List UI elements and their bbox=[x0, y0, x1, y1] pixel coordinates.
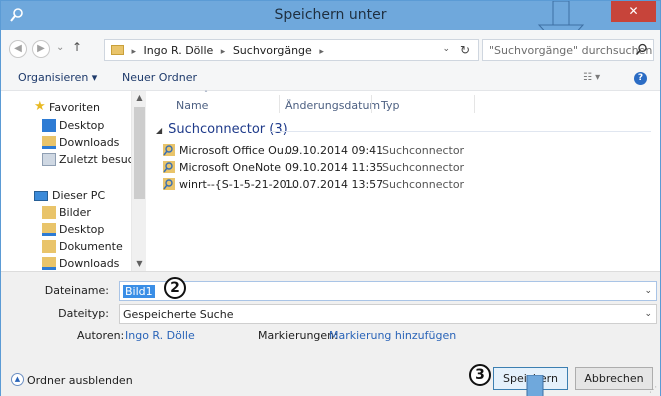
back-button[interactable]: ◀ bbox=[9, 40, 27, 58]
search-input[interactable]: "Suchvorgänge" durchsuchen bbox=[489, 44, 652, 57]
help-icon[interactable]: ? bbox=[634, 72, 647, 85]
filename-label: Dateiname: bbox=[44, 284, 109, 297]
downloads-folder-icon bbox=[42, 136, 56, 149]
recent-dropdown-icon[interactable]: ⌄ bbox=[56, 42, 64, 53]
save-options-panel: Dateiname: Bild1 ⌄ Dateityp: Gespeichert… bbox=[1, 271, 660, 396]
filename-dropdown-icon[interactable]: ⌄ bbox=[644, 286, 652, 296]
group-divider bbox=[271, 131, 651, 132]
step-badge-2: 2 bbox=[164, 277, 186, 299]
nav-label: Desktop bbox=[59, 223, 105, 236]
group-header[interactable]: ◢ Suchconnector (3) bbox=[156, 122, 288, 137]
file-row[interactable]: Microsoft OneNote 09.10.2014 11:35 Suchc… bbox=[162, 158, 642, 176]
desktop-icon bbox=[42, 119, 56, 132]
collapse-up-icon: ▲ bbox=[11, 373, 24, 386]
scroll-thumb[interactable] bbox=[134, 107, 145, 199]
filetype-value: Gespeicherte Suche bbox=[123, 308, 234, 321]
nav-label: Downloads bbox=[59, 136, 120, 149]
folder-icon bbox=[111, 45, 124, 55]
pictures-folder-icon bbox=[42, 206, 56, 219]
file-date: 09.10.2014 11:35 bbox=[285, 161, 384, 174]
file-row[interactable]: Microsoft Office Ou... 09.10.2014 09:41 … bbox=[162, 141, 642, 159]
nav-label: Downloads bbox=[59, 257, 120, 270]
filename-field[interactable]: Bild1 ⌄ bbox=[119, 281, 657, 301]
tags-label: Markierungen: bbox=[258, 329, 338, 342]
file-list: Name ˆ Änderungsdatum Typ ◢ Suchconnector… bbox=[146, 90, 660, 271]
callout-arrow-up-icon bbox=[526, 375, 544, 396]
refresh-icon[interactable]: ↻ bbox=[460, 43, 470, 57]
authors-label: Autoren: bbox=[77, 329, 125, 342]
sort-arrow-icon: ˆ bbox=[204, 90, 208, 99]
resize-grip-icon[interactable]: ⋰ bbox=[649, 385, 657, 394]
file-name: Microsoft Office Ou... bbox=[179, 144, 295, 157]
group-label: Suchconnector (3) bbox=[168, 122, 288, 137]
address-dropdown-icon[interactable]: ⌄ bbox=[442, 44, 450, 54]
hide-folders-toggle[interactable]: ▲ Ordner ausblenden bbox=[11, 373, 133, 387]
search-connector-icon bbox=[163, 161, 175, 173]
file-date: 09.10.2014 09:41 bbox=[285, 144, 384, 157]
breadcrumb-item-user[interactable]: Ingo R. Dölle bbox=[144, 44, 214, 57]
nav-scrollbar[interactable]: ▲ ▼ bbox=[131, 91, 146, 271]
file-row[interactable]: winrt--{S-1-5-21-20... 10.07.2014 13:57 … bbox=[162, 175, 642, 193]
search-connector-icon bbox=[163, 144, 175, 156]
file-type: Suchconnector bbox=[382, 144, 465, 157]
breadcrumb-item-searches[interactable]: Suchvorgänge bbox=[233, 44, 312, 57]
nav-label: Favoriten bbox=[49, 101, 100, 114]
filetype-label: Dateityp: bbox=[58, 307, 109, 320]
recent-places-icon bbox=[42, 153, 56, 166]
address-bar: ◀ ▶ ⌄ ↑ ▸ Ingo R. Dölle ▸ Suchvorgänge ▸… bbox=[1, 30, 660, 67]
save-as-dialog: Speichern unter ✕ ◀ ▶ ⌄ ↑ ▸ Ingo R. Döll… bbox=[0, 0, 661, 396]
documents-folder-icon bbox=[42, 240, 56, 253]
new-folder-button[interactable]: Neuer Ordner bbox=[122, 71, 197, 84]
search-connector-icon bbox=[163, 178, 175, 190]
breadcrumb: ▸ Ingo R. Dölle ▸ Suchvorgänge ▸ bbox=[111, 44, 328, 57]
file-date: 10.07.2014 13:57 bbox=[285, 178, 384, 191]
up-arrow-icon[interactable]: ↑ bbox=[72, 40, 82, 54]
column-header-type[interactable]: Typ bbox=[381, 99, 400, 112]
star-icon: ★ bbox=[34, 99, 46, 114]
nav-label: Bilder bbox=[59, 206, 91, 219]
add-tag-link[interactable]: Markierung hinzufügen bbox=[329, 329, 456, 342]
downloads-folder-icon bbox=[42, 257, 56, 270]
file-name: Microsoft OneNote bbox=[179, 161, 281, 174]
file-name: winrt--{S-1-5-21-20... bbox=[179, 178, 298, 191]
navigation-pane: ★ Favoriten Desktop Downloads Zuletzt be… bbox=[1, 91, 146, 271]
search-box[interactable]: "Suchvorgänge" durchsuchen bbox=[482, 39, 654, 61]
filetype-dropdown-icon[interactable]: ⌄ bbox=[644, 309, 652, 319]
nav-label: Desktop bbox=[59, 119, 105, 132]
file-type: Suchconnector bbox=[382, 161, 465, 174]
filetype-select[interactable]: Gespeicherte Suche ⌄ bbox=[119, 304, 657, 324]
forward-button[interactable]: ▶ bbox=[32, 40, 50, 58]
scroll-down-icon[interactable]: ▼ bbox=[134, 259, 145, 268]
organize-button[interactable]: Organisieren ▾ bbox=[18, 71, 97, 84]
close-button[interactable]: ✕ bbox=[611, 1, 656, 22]
cancel-button[interactable]: Abbrechen bbox=[575, 367, 653, 390]
search-icon[interactable] bbox=[635, 43, 648, 56]
authors-value[interactable]: Ingo R. Dölle bbox=[125, 329, 195, 342]
desktop-folder-icon bbox=[42, 223, 56, 236]
file-type: Suchconnector bbox=[382, 178, 465, 191]
nav-label: Dokumente bbox=[59, 240, 123, 253]
collapse-triangle-icon[interactable]: ◢ bbox=[156, 126, 162, 135]
column-header-date[interactable]: Änderungsdatum bbox=[285, 99, 380, 112]
step-badge-3: 3 bbox=[469, 364, 491, 386]
address-field[interactable]: ▸ Ingo R. Dölle ▸ Suchvorgänge ▸ ⌄ ↻ bbox=[104, 39, 479, 61]
computer-icon bbox=[34, 191, 48, 201]
column-header-name[interactable]: Name bbox=[176, 99, 208, 112]
hide-folders-label: Ordner ausblenden bbox=[27, 374, 133, 387]
command-bar: Organisieren ▾ Neuer Ordner ☷ ▾ ? bbox=[1, 67, 660, 91]
view-options-icon[interactable]: ☷ ▾ bbox=[583, 72, 600, 83]
filename-input[interactable]: Bild1 bbox=[123, 285, 155, 298]
nav-label: Dieser PC bbox=[52, 189, 106, 202]
scroll-up-icon[interactable]: ▲ bbox=[134, 93, 145, 102]
